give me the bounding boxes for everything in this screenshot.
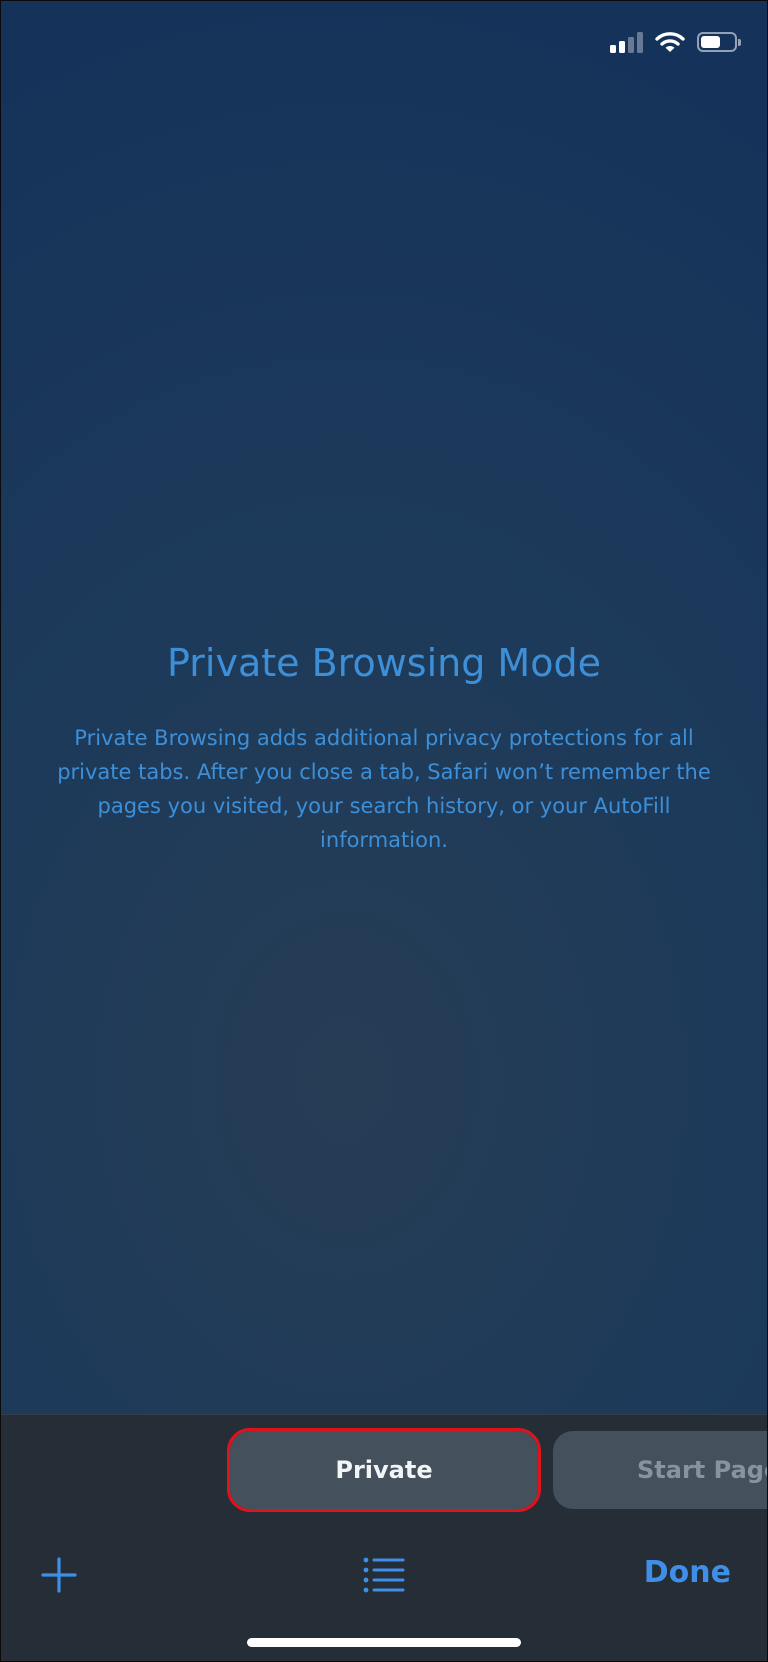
private-browsing-description: Private Browsing adds additional privacy… (57, 726, 711, 852)
cellular-signal-icon (610, 31, 643, 53)
new-tab-button[interactable] (35, 1551, 83, 1599)
plus-icon (41, 1557, 77, 1593)
safari-private-tabs-screen: Private Browsing Mode Private Browsing a… (1, 1, 767, 1661)
tab-group-label: Private (335, 1456, 433, 1484)
tab-group-label: Start Page (637, 1456, 767, 1484)
private-browsing-info: Private Browsing Mode Private Browsing a… (1, 641, 767, 857)
wifi-icon (655, 32, 685, 52)
list-icon (363, 1557, 405, 1593)
battery-fill (701, 36, 721, 48)
status-bar (610, 31, 741, 53)
battery-icon (697, 32, 741, 52)
done-button[interactable]: Done (644, 1555, 731, 1590)
home-indicator[interactable] (247, 1638, 521, 1647)
tab-group-start-page[interactable]: Start Page (553, 1431, 767, 1509)
tab-switcher-toolbar: Private Start Page Done (1, 1414, 767, 1661)
tab-groups-list-button[interactable] (359, 1551, 407, 1599)
tab-group-private[interactable]: Private (227, 1428, 541, 1512)
page-title: Private Browsing Mode (167, 641, 601, 685)
